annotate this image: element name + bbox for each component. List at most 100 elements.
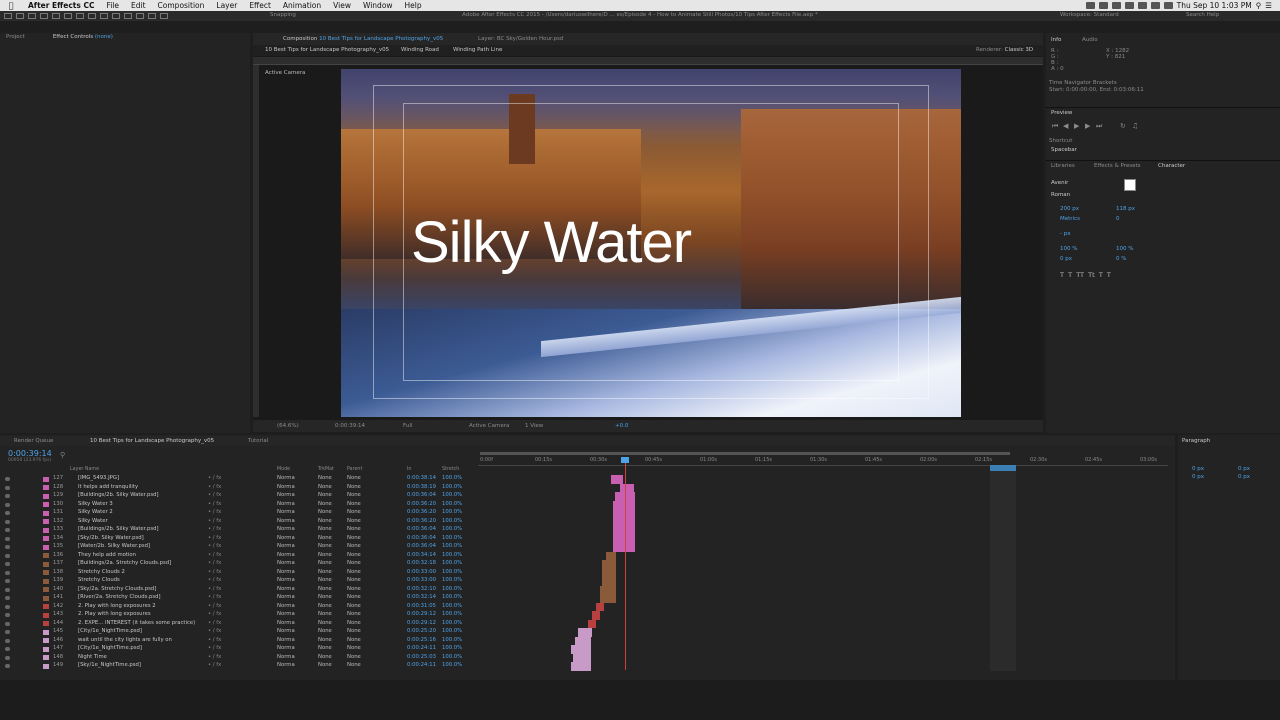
visibility-icon[interactable] <box>5 621 10 626</box>
trkmat-select[interactable]: None <box>318 543 332 549</box>
layer-name[interactable]: 2. EXPE... INTEREST (it takes some pract… <box>78 620 203 626</box>
switches[interactable]: • / fx <box>208 552 221 558</box>
label-color-swatch[interactable] <box>43 544 49 550</box>
last-frame-icon[interactable]: ⏭ <box>1096 122 1102 131</box>
in-point[interactable]: 0:00:24:11 <box>407 662 436 668</box>
menu-layer[interactable]: Layer <box>210 1 243 10</box>
blend-mode-select[interactable]: Norma <box>277 552 295 558</box>
blend-mode-select[interactable]: Norma <box>277 620 295 626</box>
table-row[interactable]: 148 Night Time • / fx Norma None None 0:00:25:… <box>0 654 475 663</box>
table-row[interactable]: 131 Silky Water 2 • / fx Norma None None 0:00:… <box>0 509 475 518</box>
switches[interactable]: • / fx <box>208 501 221 507</box>
in-point[interactable]: 0:00:36:04 <box>407 543 436 549</box>
breadcrumb-item[interactable]: Winding Path Line <box>453 47 502 53</box>
layer-bar[interactable] <box>573 653 591 662</box>
blend-mode-select[interactable]: Norma <box>277 611 295 617</box>
stretch-value[interactable]: 100.0% <box>442 535 462 541</box>
layer-name[interactable]: [River/2a. Stretchy Clouds.psd] <box>78 594 203 600</box>
switches[interactable]: • / fx <box>208 594 221 600</box>
visibility-icon[interactable] <box>5 664 10 668</box>
blend-mode-select[interactable]: Norma <box>277 654 295 660</box>
visibility-icon[interactable] <box>5 485 10 490</box>
stretch-value[interactable]: 100.0% <box>442 518 462 524</box>
menu-composition[interactable]: Composition <box>152 1 211 10</box>
layer-bar[interactable] <box>613 526 635 535</box>
play-icon[interactable]: ▶ <box>1074 122 1079 130</box>
visibility-icon[interactable] <box>5 630 10 634</box>
trkmat-select[interactable]: None <box>318 560 332 566</box>
menu-effect[interactable]: Effect <box>243 1 277 10</box>
stretch-value[interactable]: 100.0% <box>442 662 462 668</box>
in-point[interactable]: 0:00:36:04 <box>407 492 436 498</box>
trkmat-select[interactable]: None <box>318 577 332 583</box>
trkmat-select[interactable]: None <box>318 552 332 558</box>
in-point[interactable]: 0:00:33:00 <box>407 569 436 575</box>
layer-name[interactable]: [Buildings/2b. Silky Water.psd] <box>78 526 203 532</box>
visibility-icon[interactable] <box>5 579 10 583</box>
parent-select[interactable]: None <box>347 654 361 660</box>
fill-color-swatch[interactable] <box>1124 179 1136 191</box>
menu-file[interactable]: File <box>100 1 125 10</box>
switches[interactable]: • / fx <box>208 628 221 634</box>
in-point[interactable]: 0:00:36:04 <box>407 535 436 541</box>
loop-icon[interactable]: ↻ <box>1120 122 1126 130</box>
label-color-swatch[interactable] <box>43 655 49 660</box>
layer-name[interactable]: Silky Water 2 <box>78 509 203 515</box>
switches[interactable]: • / fx <box>208 543 221 549</box>
in-point[interactable]: 0:00:38:19 <box>407 484 436 490</box>
tab-layer[interactable]: Layer: BC Sky/Golden Hour.psd <box>478 36 563 42</box>
visibility-icon[interactable] <box>5 613 10 617</box>
table-row[interactable]: 128 It helps add tranquility • / fx Norma No… <box>0 484 475 493</box>
switches[interactable]: • / fx <box>208 518 221 524</box>
parent-select[interactable]: None <box>347 501 361 507</box>
space-before-field[interactable]: 0 px <box>1192 474 1204 480</box>
parent-select[interactable]: None <box>347 569 361 575</box>
table-row[interactable]: 132 Silky Water • / fx Norma None None 0:00:36… <box>0 518 475 527</box>
parent-select[interactable]: None <box>347 484 361 490</box>
parent-select[interactable]: None <box>347 543 361 549</box>
parent-select[interactable]: None <box>347 637 361 643</box>
horizontal-scale-field[interactable]: 100 % <box>1116 246 1133 252</box>
shortcut-select[interactable]: Spacebar <box>1051 147 1077 153</box>
status-icon[interactable] <box>1124 2 1134 9</box>
col-stretch[interactable]: Stretch <box>442 467 459 472</box>
blend-mode-select[interactable]: Norma <box>277 501 295 507</box>
menu-list-icon[interactable]: ☰ <box>1265 1 1272 10</box>
tab-effects-presets[interactable]: Effects & Presets <box>1094 163 1141 169</box>
resolution-select[interactable]: Full <box>403 423 412 429</box>
table-row[interactable]: 133 [Buildings/2b. Silky Water.psd] • / fx… <box>0 526 475 535</box>
layer-bar[interactable] <box>602 577 616 586</box>
layer-name[interactable]: wait until the city lights are fully on <box>78 637 203 643</box>
menu-help[interactable]: Help <box>399 1 428 10</box>
layer-bar[interactable] <box>613 517 635 526</box>
trkmat-select[interactable]: None <box>318 654 332 660</box>
visibility-icon[interactable] <box>5 502 10 507</box>
switches[interactable]: • / fx <box>208 560 221 566</box>
trkmat-select[interactable]: None <box>318 645 332 651</box>
volume-icon[interactable] <box>1150 2 1160 9</box>
layer-bar[interactable] <box>600 585 616 594</box>
label-color-swatch[interactable] <box>43 646 49 652</box>
menu-animation[interactable]: Animation <box>277 1 327 10</box>
trkmat-select[interactable]: None <box>318 603 332 609</box>
apple-icon[interactable]:  <box>0 1 22 10</box>
stretch-value[interactable]: 100.0% <box>442 509 462 515</box>
in-point[interactable]: 0:00:31:05 <box>407 603 436 609</box>
menu-app[interactable]: After Effects CC <box>22 1 100 10</box>
in-point[interactable]: 0:00:32:18 <box>407 560 436 566</box>
layer-bar[interactable] <box>620 483 634 492</box>
tab-effect-controls[interactable]: Effect Controls (none) <box>53 34 113 44</box>
trkmat-select[interactable]: None <box>318 628 332 634</box>
switches[interactable]: • / fx <box>208 637 221 643</box>
tab-character[interactable]: Character <box>1158 163 1185 169</box>
layer-bar[interactable] <box>575 636 591 645</box>
stretch-value[interactable]: 100.0% <box>442 603 462 609</box>
parent-select[interactable]: None <box>347 628 361 634</box>
view-layout-select[interactable]: 1 View <box>525 423 543 429</box>
table-row[interactable]: 139 Stretchy Clouds • / fx Norma None None 0:0… <box>0 577 475 586</box>
composition-frame[interactable]: Silky Water <box>341 69 961 417</box>
stretch-value[interactable]: 100.0% <box>442 654 462 660</box>
col-in[interactable]: In <box>407 467 411 472</box>
tracking-field[interactable]: 0 <box>1116 216 1120 222</box>
switches[interactable]: • / fx <box>208 654 221 660</box>
